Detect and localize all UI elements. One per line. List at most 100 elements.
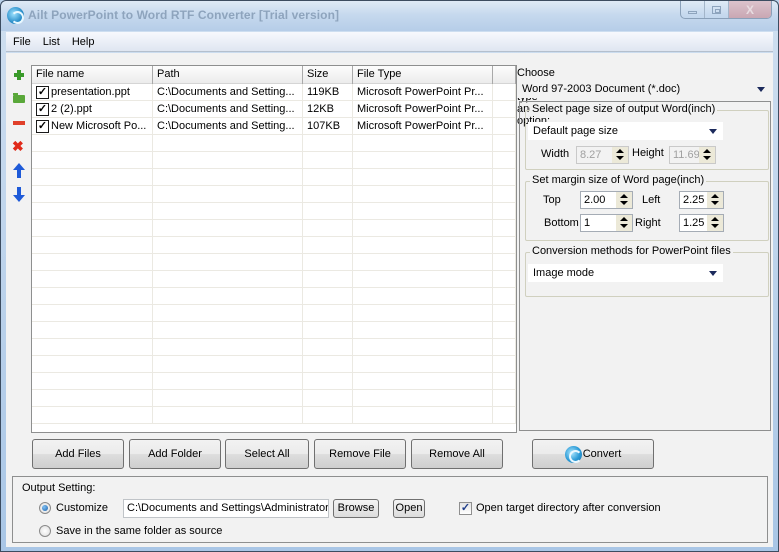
empty-table-row xyxy=(32,356,516,373)
width-value: 8.27 xyxy=(580,149,602,161)
table-row[interactable]: ✓ New Microsoft Po... C:\Documents and Set… xyxy=(32,118,516,135)
remove-file-tool[interactable] xyxy=(11,115,27,131)
move-down-tool[interactable] xyxy=(11,187,27,203)
cell-blank xyxy=(493,118,516,134)
empty-table-row xyxy=(32,237,516,254)
open-button[interactable]: Open xyxy=(393,499,425,518)
spinner-arrows-icon[interactable] xyxy=(616,192,632,208)
customize-radio[interactable] xyxy=(39,502,51,514)
same-folder-label[interactable]: Save in the same folder as source xyxy=(56,525,222,537)
empty-cell xyxy=(153,390,303,406)
empty-cell xyxy=(32,271,153,287)
empty-cell xyxy=(303,407,353,423)
convert-icon xyxy=(564,445,582,463)
maximize-button[interactable] xyxy=(705,1,729,18)
browse-button[interactable]: Browse xyxy=(333,499,379,518)
empty-table-row xyxy=(32,373,516,390)
output-type-select[interactable]: Word 97-2003 Document (*.doc) xyxy=(517,80,771,98)
empty-cell xyxy=(32,373,153,389)
empty-cell xyxy=(493,254,516,270)
table-row[interactable]: ✓ 2 (2).ppt C:\Documents and Setting... 12K… xyxy=(32,101,516,118)
menu-help[interactable]: Help xyxy=(66,36,101,48)
empty-table-row xyxy=(32,339,516,356)
cell-path: C:\Documents and Setting... xyxy=(153,84,303,100)
move-up-tool[interactable] xyxy=(11,163,27,179)
empty-cell xyxy=(303,169,353,185)
right-margin-value: 1.25 xyxy=(683,217,705,229)
row-checkbox[interactable]: ✓ xyxy=(36,85,49,99)
empty-cell xyxy=(493,203,516,219)
add-folder-tool[interactable] xyxy=(11,91,27,107)
minimize-icon xyxy=(688,11,698,14)
remove-file-button[interactable]: Remove File xyxy=(314,439,406,469)
empty-cell xyxy=(32,356,153,372)
left-margin-value: 2.25 xyxy=(683,194,705,206)
same-folder-radio[interactable] xyxy=(39,525,51,537)
add-folder-button[interactable]: Add Folder xyxy=(129,439,221,469)
empty-cell xyxy=(303,322,353,338)
empty-cell xyxy=(32,220,153,236)
title-bar[interactable]: Ailt PowerPoint to Word RTF Converter [T… xyxy=(1,1,778,31)
remove-all-tool[interactable]: ✖ xyxy=(11,138,27,155)
select-all-button[interactable]: Select All xyxy=(225,439,309,469)
open-target-checkbox[interactable]: ✓ xyxy=(459,502,472,515)
spinner-arrows-icon[interactable] xyxy=(707,192,723,208)
empty-cell xyxy=(493,237,516,253)
height-spinner: 11.69 xyxy=(669,146,716,164)
column-header-path[interactable]: Path xyxy=(153,66,303,84)
empty-cell xyxy=(153,220,303,236)
customize-label[interactable]: Customize xyxy=(56,502,108,514)
column-header-file-type[interactable]: File Type xyxy=(353,66,493,84)
empty-cell xyxy=(493,390,516,406)
empty-table-row xyxy=(32,288,516,305)
empty-cell xyxy=(32,152,153,168)
margin-group: Set margin size of Word page(inch) Top 2… xyxy=(525,174,769,241)
close-button[interactable]: X xyxy=(728,1,771,18)
empty-cell xyxy=(32,237,153,253)
window-controls: X xyxy=(680,1,772,19)
convert-label: Convert xyxy=(582,448,622,460)
empty-table-row xyxy=(32,390,516,407)
spinner-arrows-icon[interactable] xyxy=(616,215,632,231)
empty-cell xyxy=(32,169,153,185)
column-header-file-name[interactable]: File name xyxy=(32,66,153,84)
add-files-button[interactable]: Add Files xyxy=(32,439,124,469)
page-size-group: Select page size of output Word(inch) De… xyxy=(525,103,769,170)
cell-file-type: Microsoft PowerPoint Pr... xyxy=(353,101,493,117)
menu-list[interactable]: List xyxy=(37,36,66,48)
empty-cell xyxy=(353,288,493,304)
open-target-label[interactable]: Open target directory after conversion xyxy=(476,502,661,514)
empty-cell xyxy=(303,339,353,355)
output-path-input[interactable]: C:\Documents and Settings\Administrator\ xyxy=(123,499,329,518)
column-header-size[interactable]: Size xyxy=(303,66,353,84)
convert-button[interactable]: Convert xyxy=(532,439,654,469)
right-margin-spinner[interactable]: 1.25 xyxy=(679,214,724,232)
empty-cell xyxy=(153,356,303,372)
app-logo-icon xyxy=(7,7,24,24)
row-checkbox[interactable]: ✓ xyxy=(36,119,49,133)
empty-cell xyxy=(153,135,303,151)
conversion-method-select[interactable]: Image mode xyxy=(528,264,723,282)
left-margin-spinner[interactable]: 2.25 xyxy=(679,191,724,209)
menu-file[interactable]: File xyxy=(6,36,37,48)
row-checkbox[interactable]: ✓ xyxy=(36,102,49,116)
empty-table-row xyxy=(32,169,516,186)
spinner-arrows-icon[interactable] xyxy=(707,215,723,231)
page-size-select[interactable]: Default page size xyxy=(528,122,723,140)
empty-cell xyxy=(303,390,353,406)
empty-cell xyxy=(303,186,353,202)
table-row[interactable]: ✓ presentation.ppt C:\Documents and Settin… xyxy=(32,84,516,101)
empty-cell xyxy=(303,203,353,219)
add-file-tool[interactable] xyxy=(11,67,27,83)
empty-cell xyxy=(32,288,153,304)
bottom-margin-spinner[interactable]: 1 xyxy=(580,214,633,232)
minimize-button[interactable] xyxy=(681,1,706,18)
cell-blank xyxy=(493,84,516,100)
empty-cell xyxy=(353,237,493,253)
conversion-method-group: Conversion methods for PowerPoint files … xyxy=(525,245,769,297)
empty-cell xyxy=(153,288,303,304)
top-margin-spinner[interactable]: 2.00 xyxy=(580,191,633,209)
empty-table-row xyxy=(32,220,516,237)
remove-all-button[interactable]: Remove All xyxy=(411,439,503,469)
empty-cell xyxy=(353,390,493,406)
